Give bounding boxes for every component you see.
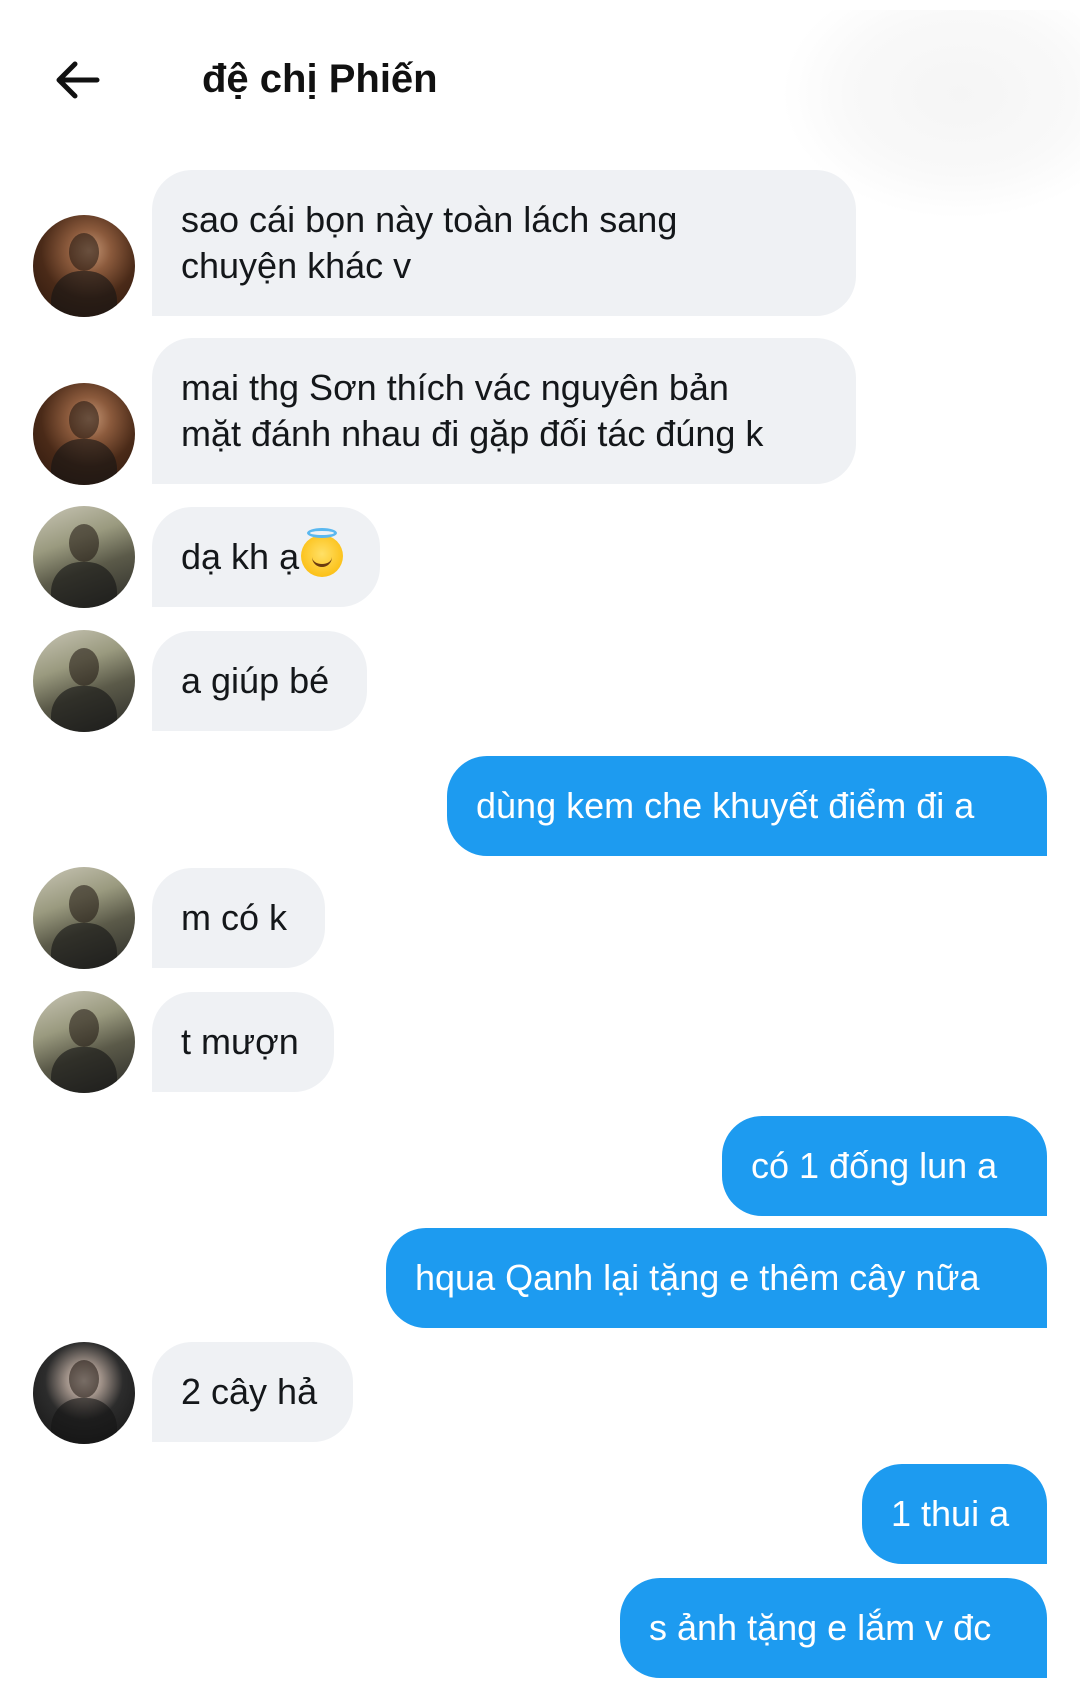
avatar[interactable]	[33, 383, 135, 485]
message-row: dạ kh ạ	[0, 506, 1080, 608]
message-bubble[interactable]: có 1 đống lun a	[722, 1116, 1047, 1216]
message-text: sao cái bọn này toàn lách sang	[181, 199, 678, 240]
avatar[interactable]	[33, 215, 135, 317]
message-row: 2 cây hả	[0, 1342, 1080, 1444]
avatar[interactable]	[33, 991, 135, 1093]
message-row: hqua Qanh lại tặng e thêm cây nữa	[0, 1228, 1080, 1328]
message-bubble[interactable]: sao cái bọn này toàn lách sang chuyện kh…	[152, 170, 856, 316]
message-bubble[interactable]: s ảnh tặng e lắm v đc	[620, 1578, 1047, 1678]
message-text: có 1 đống lun a	[751, 1145, 998, 1186]
message-text: 2 cây hả	[181, 1371, 318, 1412]
avatar[interactable]	[33, 506, 135, 608]
message-row: mai thg Sơn thích vác nguyên bản mặt đán…	[0, 338, 1080, 485]
message-row: sao cái bọn này toàn lách sang chuyện kh…	[0, 170, 1080, 317]
message-row: 1 thui a	[0, 1464, 1080, 1564]
message-bubble[interactable]: m có k	[152, 868, 325, 968]
message-text: chuyện khác v	[181, 245, 412, 286]
message-text: t mượn	[181, 1021, 299, 1062]
message-row: m có k	[0, 867, 1080, 969]
message-bubble[interactable]: hqua Qanh lại tặng e thêm cây nữa	[386, 1228, 1047, 1328]
message-text: mặt đánh nhau đi gặp đối tác đúng k	[181, 413, 764, 454]
avatar[interactable]	[33, 867, 135, 969]
back-button[interactable]	[52, 55, 102, 105]
message-row: t mượn	[0, 991, 1080, 1093]
message-row: dùng kem che khuyết điểm đi a	[0, 756, 1080, 856]
smiling-face-with-halo-icon	[301, 528, 344, 577]
avatar[interactable]	[33, 1342, 135, 1444]
message-bubble[interactable]: a giúp bé	[152, 631, 367, 731]
message-text: dùng kem che khuyết điểm đi a	[476, 785, 975, 826]
message-bubble[interactable]: 2 cây hả	[152, 1342, 353, 1442]
message-text: mai thg Sơn thích vác nguyên bản	[181, 367, 729, 408]
message-bubble[interactable]: t mượn	[152, 992, 334, 1092]
message-bubble[interactable]: dạ kh ạ	[152, 507, 380, 607]
message-text: 1 thui a	[891, 1493, 1010, 1534]
arrow-left-icon	[56, 61, 100, 99]
message-bubble[interactable]: mai thg Sơn thích vác nguyên bản mặt đán…	[152, 338, 856, 484]
conversation-title: đệ chị Phiến	[202, 57, 438, 101]
message-bubble[interactable]: dùng kem che khuyết điểm đi a	[447, 756, 1047, 856]
message-text: a giúp bé	[181, 660, 330, 701]
message-row: s ảnh tặng e lắm v đc	[0, 1578, 1080, 1678]
message-row: a giúp bé	[0, 630, 1080, 732]
message-row: có 1 đống lun a	[0, 1116, 1080, 1216]
message-text: hqua Qanh lại tặng e thêm cây nữa	[415, 1257, 980, 1298]
avatar[interactable]	[33, 630, 135, 732]
message-text: s ảnh tặng e lắm v đc	[649, 1607, 992, 1648]
message-text: m có k	[181, 897, 288, 938]
message-bubble[interactable]: 1 thui a	[862, 1464, 1047, 1564]
message-text: dạ kh ạ	[181, 536, 300, 577]
